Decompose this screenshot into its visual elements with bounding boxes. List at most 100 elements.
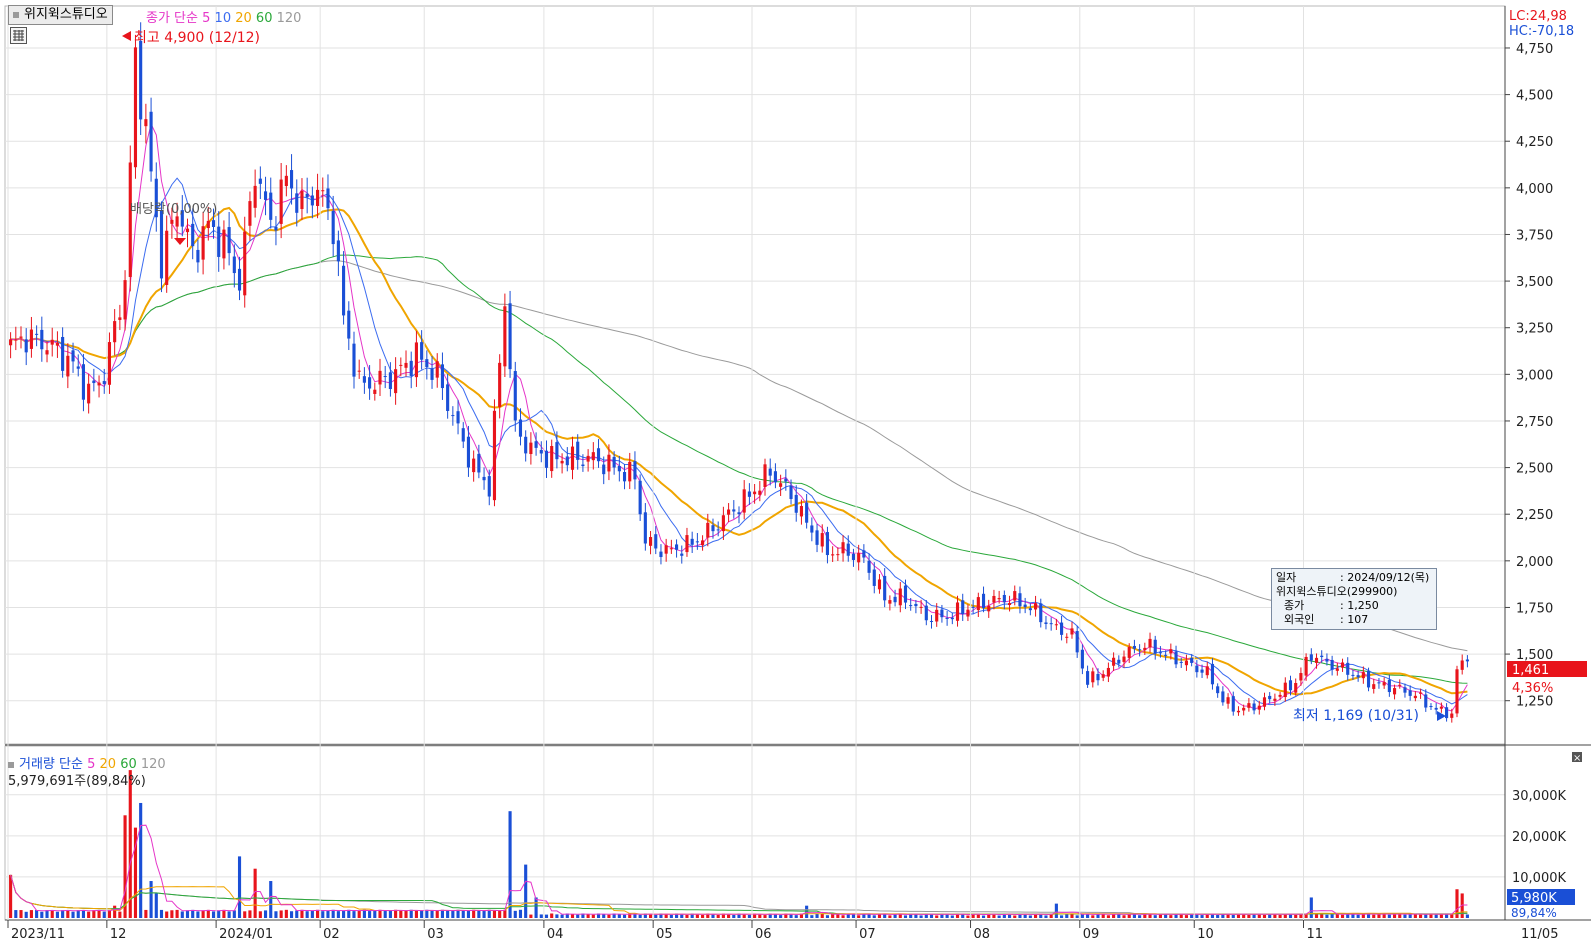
candle-body xyxy=(1148,638,1152,648)
candle-body xyxy=(1299,673,1303,681)
date-tick-label: 11 xyxy=(1307,927,1324,942)
high-annotation: 최고 4,900 (12/12) xyxy=(134,30,260,46)
candle-body xyxy=(1112,657,1116,666)
volume-bar xyxy=(279,910,283,918)
candle-body xyxy=(862,550,866,558)
volume-tick-label: 20,000K xyxy=(1512,830,1566,845)
candle-body xyxy=(1070,628,1074,635)
candle-body xyxy=(565,456,569,466)
candle-body xyxy=(1419,692,1423,694)
candle-body xyxy=(841,542,845,554)
volume-bar xyxy=(534,897,538,918)
candle-body xyxy=(1044,622,1048,624)
volume-bar xyxy=(487,909,491,918)
volume-bar xyxy=(321,911,325,918)
candle-body xyxy=(638,480,642,515)
candle-body xyxy=(1086,671,1090,685)
candle-body xyxy=(310,195,314,206)
volume-bar xyxy=(701,914,705,918)
volume-bar xyxy=(935,915,939,918)
volume-bar xyxy=(550,913,554,918)
stock-name-tab[interactable]: 위지윅스튜디오 xyxy=(8,5,113,25)
candle-body xyxy=(253,185,257,208)
candle-body xyxy=(909,605,913,607)
volume-bar xyxy=(232,910,236,918)
volume-bar xyxy=(591,914,595,918)
date-tick-label: 2024/01 xyxy=(219,927,273,942)
candle-body xyxy=(893,596,897,603)
candle-body xyxy=(1236,710,1241,713)
candle-body xyxy=(1278,694,1282,697)
candle-body xyxy=(1153,639,1157,654)
candle-body xyxy=(820,533,824,547)
price-pane[interactable] xyxy=(4,5,1506,745)
volume-bar xyxy=(524,864,528,918)
volume-bar xyxy=(664,914,668,918)
price-tick-label: 4,000 xyxy=(1516,182,1553,197)
candle-body xyxy=(753,491,757,495)
candle-body xyxy=(378,370,382,385)
candle-body xyxy=(1309,654,1313,661)
volume-bar xyxy=(1216,915,1220,918)
candle-body xyxy=(805,502,809,523)
legend-ma5[interactable]: 5 xyxy=(202,11,210,26)
volume-bar xyxy=(373,910,377,918)
candle-body xyxy=(810,525,814,533)
price-tick-label: 3,250 xyxy=(1516,322,1553,337)
volume-bar xyxy=(857,915,861,918)
volume-bar xyxy=(394,909,398,918)
volume-bar xyxy=(24,911,28,918)
legend-ma10[interactable]: 10 xyxy=(215,11,232,26)
candle-body xyxy=(1252,703,1256,711)
candle-body xyxy=(1387,679,1391,693)
candle-body xyxy=(1314,657,1319,663)
candle-body xyxy=(643,512,647,544)
candle-body xyxy=(222,229,226,259)
volume-bar xyxy=(175,909,179,918)
candle-body xyxy=(97,382,101,386)
candle-body xyxy=(133,47,138,168)
volume-bar xyxy=(638,914,642,918)
volume-bar xyxy=(66,909,70,918)
volume-bar xyxy=(258,911,262,918)
volume-bar xyxy=(825,915,830,918)
candle-body xyxy=(466,436,471,468)
date-tick-label: 12 xyxy=(110,927,127,942)
volume-bar xyxy=(1075,915,1079,918)
candle-body xyxy=(1231,696,1235,712)
candle-body xyxy=(19,336,23,338)
candle-body xyxy=(1049,623,1053,625)
legend-ma20[interactable]: 20 xyxy=(235,11,252,26)
candle-body xyxy=(206,220,210,229)
volume-bar xyxy=(888,915,892,918)
volume-bar xyxy=(466,910,471,918)
candle-body xyxy=(316,189,320,206)
legend-ma120[interactable]: 120 xyxy=(277,11,302,26)
candle-body xyxy=(529,442,533,455)
legend-ma60[interactable]: 60 xyxy=(256,11,273,26)
volume-bar xyxy=(570,914,575,918)
candle-body xyxy=(211,220,216,227)
candle-body xyxy=(1075,631,1079,653)
volume-bar xyxy=(716,914,720,918)
candle-body xyxy=(513,371,517,421)
candle-body xyxy=(997,598,1001,600)
candle-body xyxy=(87,383,91,404)
table-grid-icon[interactable] xyxy=(10,27,27,44)
candle-body xyxy=(258,178,262,184)
candle-body xyxy=(560,460,564,464)
volume-bar xyxy=(472,909,476,918)
candle-body xyxy=(300,190,304,210)
volume-bar xyxy=(14,910,18,918)
volume-bar xyxy=(123,815,127,918)
date-tick-label: 06 xyxy=(755,927,772,942)
candle-body xyxy=(388,372,392,390)
volume-pane[interactable] xyxy=(4,745,1506,921)
volume-bar xyxy=(227,911,231,918)
candle-body xyxy=(903,585,908,603)
volume-bar xyxy=(1044,915,1048,918)
candle-body xyxy=(269,192,273,220)
candle-body xyxy=(1091,671,1095,683)
tooltip-key: 외국인 xyxy=(1284,613,1315,626)
volume-bar xyxy=(1060,915,1064,918)
